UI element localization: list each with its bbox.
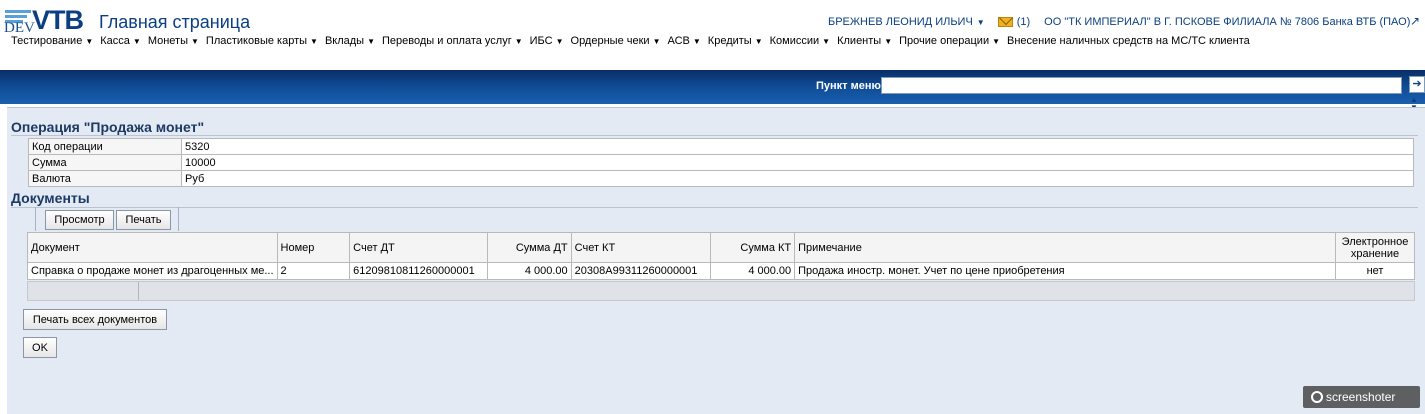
column-header-e-storage[interactable]: Электронное хранение [1335, 232, 1415, 263]
watermark-icon [1311, 391, 1323, 403]
menu-search-label: Пункт меню [816, 80, 881, 92]
menu-item-label: Касса [100, 35, 130, 47]
chevron-down-icon: ▼ [191, 37, 199, 46]
mail-count[interactable]: (1) [1017, 16, 1030, 28]
documents-title: Документы [11, 190, 90, 206]
screenshoter-watermark: screenshoter [1303, 386, 1420, 408]
chevron-down-icon: ▼ [976, 18, 985, 27]
menu-item[interactable]: Переводы и оплата услуг ▼ [382, 35, 523, 47]
column-header-account-dt[interactable]: Счет ДТ [349, 232, 489, 263]
chevron-down-icon: ▼ [555, 37, 564, 46]
app-header: DEV VTB Главная страница БРЕЖНЕВ ЛЕОНИД … [0, 0, 1425, 70]
main-menu: Тестирование ▼ Касса ▼ Монеты ▼ Пластиковые ка… [11, 35, 1257, 47]
column-header-document[interactable]: Документ [27, 232, 278, 263]
table-footer [27, 281, 1415, 301]
field-row: Сумма 10000 [28, 154, 1414, 171]
print-all-documents-button[interactable]: Печать всех документов [23, 309, 167, 330]
cell-e-storage[interactable]: нет [1335, 262, 1415, 280]
menu-item-label: Тестирование [11, 35, 83, 47]
logo-vtb-text: VTB [32, 5, 84, 35]
print-button[interactable]: Печать [116, 210, 171, 230]
cell-number[interactable]: 2 [276, 262, 351, 280]
menu-item[interactable]: Пластиковые карты ▼ [206, 35, 318, 47]
menu-item[interactable]: Клиенты ▼ [837, 35, 892, 47]
chevron-down-icon: ▼ [514, 37, 523, 46]
divider [11, 135, 1418, 136]
watermark-text: screenshoter [1326, 390, 1396, 404]
menu-item-label: Переводы и оплата услуг [382, 35, 512, 47]
user-area: БРЕЖНЕВ ЛЕОНИД ИЛЬИЧ ▼ (1) ОО "ТК ИМПЕРИА… [828, 16, 1410, 28]
menu-item-label: Внесение наличных средств на МС/ТС клиен… [1007, 35, 1250, 47]
menu-item[interactable]: Комиссии ▼ [770, 35, 830, 47]
documents-table: Документ Номер Счет ДТ Сумма ДТ Счет КТ … [27, 232, 1415, 280]
menu-item[interactable]: Тестирование ▼ [11, 35, 93, 47]
chevron-down-icon: ▼ [884, 37, 893, 46]
table-header-row: Документ Номер Счет ДТ Сумма ДТ Счет КТ … [27, 232, 1415, 263]
user-menu[interactable]: БРЕЖНЕВ ЛЕОНИД ИЛЬИЧ ▼ [828, 16, 985, 28]
column-header-sum-kt[interactable]: Сумма КТ [709, 232, 796, 263]
menu-item-label: Комиссии [769, 35, 820, 47]
column-header-account-kt[interactable]: Счет КТ [570, 232, 711, 263]
menu-item[interactable]: Ордерные чеки ▼ [571, 35, 661, 47]
expand-icon[interactable]: ↗ [1410, 14, 1425, 28]
go-arrow-button[interactable]: ➔ [1409, 76, 1425, 93]
menu-item-label: Монеты [147, 35, 188, 47]
menu-item-label: Пластиковые карты [205, 35, 308, 47]
divider [11, 207, 1418, 208]
cell-account-dt[interactable]: 61209810811260000001 [349, 262, 489, 280]
menu-search-input[interactable] [881, 77, 1402, 94]
cell-document[interactable]: Справка о продаже монет из драгоценных м… [27, 262, 278, 280]
vtb-logo[interactable]: DEV VTB [3, 5, 97, 38]
field-row: Код операции 5320 [28, 138, 1414, 155]
menu-item[interactable]: Вклады ▼ [325, 35, 375, 47]
field-key: Сумма [28, 154, 182, 171]
menu-item[interactable]: Монеты ▼ [148, 35, 199, 47]
column-header-sum-dt[interactable]: Сумма ДТ [487, 232, 572, 263]
operation-title: Операция "Продажа монет" [11, 119, 205, 135]
menu-item-label: Клиенты [837, 35, 882, 47]
chevron-down-icon: ▼ [132, 37, 141, 46]
column-header-number[interactable]: Номер [276, 232, 351, 263]
menu-item-label: Кредиты [707, 35, 752, 47]
chevron-down-icon: ▼ [367, 37, 376, 46]
ok-button[interactable]: OK [23, 337, 57, 358]
chevron-down-icon: ▼ [992, 37, 1001, 46]
menu-item-label: Ордерные чеки [570, 35, 650, 47]
page-title[interactable]: Главная страница [99, 12, 250, 33]
field-value: Руб [181, 170, 1414, 187]
field-key: Валюта [28, 170, 182, 187]
chevron-down-icon: ▼ [692, 37, 701, 46]
menu-item[interactable]: Кредиты ▼ [708, 35, 763, 47]
view-button[interactable]: Просмотр [45, 210, 114, 230]
org-name: ОО "ТК ИМПЕРИАЛ" В Г. ПСКОВЕ ФИЛИАЛА № 7… [1044, 16, 1411, 28]
menu-item[interactable]: АСВ ▼ [667, 35, 700, 47]
menu-item-label: ИБС [529, 35, 553, 47]
user-name: БРЕЖНЕВ ЛЕОНИД ИЛЬИЧ [828, 16, 973, 28]
menu-item-label: Прочие операции [899, 35, 990, 47]
field-row: Валюта Руб [28, 170, 1414, 187]
cell-account-kt[interactable]: 20308A99311260000001 [570, 262, 711, 280]
field-key: Код операции [28, 138, 182, 155]
column-header-note[interactable]: Примечание [794, 232, 1337, 263]
field-value: 10000 [181, 154, 1414, 171]
menu-item-label: Вклады [324, 35, 365, 47]
chevron-down-icon: ▼ [754, 37, 763, 46]
cell-sum-kt[interactable]: 4 000.00 [709, 262, 796, 280]
chevron-down-icon: ▼ [652, 37, 661, 46]
cell-sum-dt[interactable]: 4 000.00 [487, 262, 572, 280]
operation-fields-table: Код операции 5320 Сумма 10000 Валюта Руб [28, 138, 1414, 187]
menu-item[interactable]: Касса ▼ [100, 35, 141, 47]
chevron-down-icon: ▼ [310, 37, 318, 46]
menu-item[interactable]: ИБС ▼ [530, 35, 564, 47]
field-value: 5320 [181, 138, 1414, 155]
cell-note[interactable]: Продажа иностр. монет. Учет по цене прио… [794, 262, 1337, 280]
menu-item[interactable]: Прочие операции ▼ [899, 35, 1000, 47]
chevron-down-icon: ▼ [822, 37, 831, 46]
menu-item[interactable]: Внесение наличных средств на МС/ТС клиен… [1007, 35, 1250, 47]
chevron-down-icon: ▼ [85, 37, 94, 46]
menu-item-label: АСВ [667, 35, 690, 47]
table-row[interactable]: Справка о продаже монет из драгоценных м… [27, 262, 1415, 280]
mail-icon[interactable] [997, 17, 1013, 27]
